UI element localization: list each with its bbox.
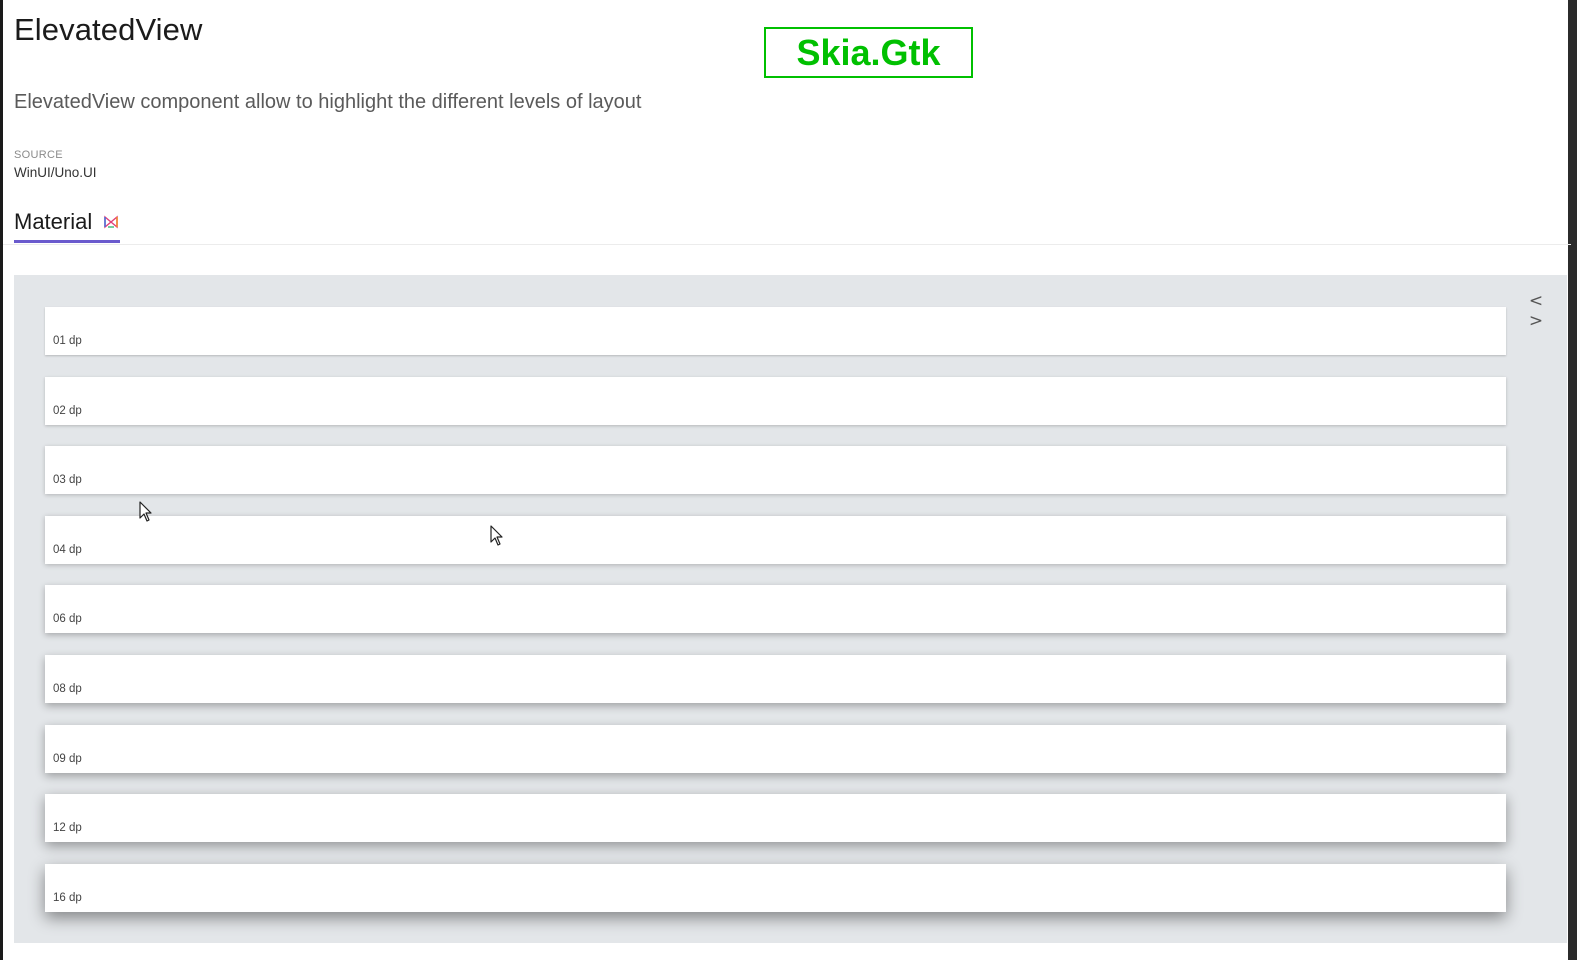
material-logo-icon	[104, 215, 118, 229]
card-label: 08 dp	[53, 683, 82, 695]
elevated-card: 09 dp	[45, 725, 1506, 773]
tab-strip: Material	[3, 206, 1571, 245]
mouse-pointer-icon	[139, 501, 152, 522]
card-label: 16 dp	[53, 892, 82, 904]
tab-label: Material	[14, 209, 93, 234]
card-label: 02 dp	[53, 405, 82, 417]
elevated-card: 04 dp	[45, 516, 1506, 564]
elevated-card: 01 dp	[45, 307, 1506, 355]
tab-material[interactable]: Material	[14, 206, 120, 243]
code-brackets-icon[interactable]: < >	[1524, 291, 1548, 331]
platform-badge: Skia.Gtk	[764, 27, 973, 78]
page-title: ElevatedView	[14, 12, 203, 47]
elevated-card: 16 dp	[45, 864, 1506, 912]
elevated-card: 12 dp	[45, 794, 1506, 842]
elevated-card: 02 dp	[45, 377, 1506, 425]
elevated-card: 08 dp	[45, 655, 1506, 703]
card-label: 12 dp	[53, 822, 82, 834]
page-description: ElevatedView component allow to highligh…	[14, 91, 642, 113]
card-label: 06 dp	[53, 613, 82, 625]
app-window: ElevatedView Skia.Gtk ElevatedView compo…	[0, 0, 1577, 960]
sample-panel: < > 01 dp 02 dp 03 dp 04 dp 06 dp 08 dp 09 dp 1…	[14, 275, 1567, 943]
card-label: 01 dp	[53, 335, 82, 347]
card-label: 03 dp	[53, 474, 82, 486]
card-label: 04 dp	[53, 544, 82, 556]
card-label: 09 dp	[53, 753, 82, 765]
mouse-pointer-icon	[490, 525, 503, 546]
elevated-card: 03 dp	[45, 446, 1506, 494]
elevated-card: 06 dp	[45, 585, 1506, 633]
source-value: WinUI/Uno.UI	[14, 165, 97, 180]
source-label: SOURCE	[14, 149, 63, 161]
